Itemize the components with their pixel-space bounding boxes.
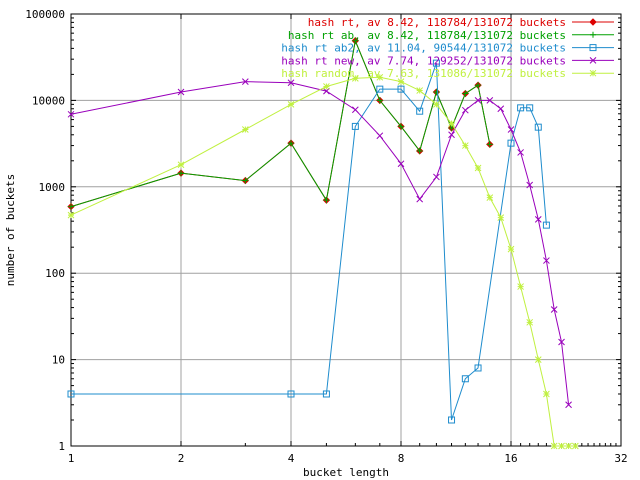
y-axis-label: number of buckets <box>4 174 17 287</box>
y-tick-label: 1000 <box>39 181 66 194</box>
legend-label: hash rt ab, av 8.42, 118784/131072 bucke… <box>288 29 566 42</box>
legend-item: hash random, av 7.63, 131086/131072 buck… <box>281 67 614 80</box>
legend-item: hash rt ab2, av 11.04, 90544/131072 buck… <box>281 42 614 55</box>
x-tick-label: 4 <box>288 452 295 465</box>
data-point <box>565 442 572 450</box>
data-point <box>177 161 185 169</box>
y-tick-label: 10 <box>52 354 65 367</box>
legend-label: hash rt new, av 7.74, 129252/131072 buck… <box>281 54 566 67</box>
y-tick-label: 100000 <box>25 8 65 21</box>
data-point <box>486 194 494 201</box>
data-point <box>550 442 558 450</box>
data-point <box>461 142 469 149</box>
y-tick-label: 10000 <box>32 94 65 107</box>
legend-label: hash rt ab2, av 11.04, 90544/131072 buck… <box>281 42 566 55</box>
chart: 1 2 4 8 16 32 1 10 100 1000 10000 100000 hash rt, a… <box>0 0 640 480</box>
data-point <box>534 356 542 363</box>
data-point <box>474 164 482 172</box>
data-point <box>241 126 249 133</box>
data-point <box>433 100 440 108</box>
legend: hash rt, av 8.42, 118784/131072 bucketsh… <box>281 16 614 80</box>
data-point <box>517 283 524 290</box>
x-tick-label: 16 <box>504 452 517 465</box>
data-point <box>497 214 505 221</box>
legend-marker <box>589 69 597 77</box>
y-tick-label: 1 <box>58 440 65 453</box>
data-point <box>323 83 330 90</box>
data-point <box>543 390 550 398</box>
x-tick-label: 32 <box>614 452 627 465</box>
data-point <box>416 87 424 94</box>
data-point <box>287 100 295 108</box>
chart-svg: 1 2 4 8 16 32 1 10 100 1000 10000 100000 hash rt, a… <box>0 0 640 480</box>
legend-item: hash rt new, av 7.74, 129252/131072 buck… <box>281 54 614 67</box>
x-tick-label: 2 <box>178 452 185 465</box>
legend-label: hash rt, av 8.42, 118784/131072 buckets <box>308 16 566 29</box>
x-axis-label: bucket length <box>303 466 389 479</box>
data-point <box>558 442 565 450</box>
data-point <box>67 211 75 219</box>
y-tick-label: 100 <box>45 267 65 280</box>
data-point <box>448 120 455 127</box>
data-point <box>526 318 534 326</box>
data-point <box>571 442 579 450</box>
legend-item: hash rt ab, av 8.42, 118784/131072 bucke… <box>288 29 614 42</box>
x-tick-label: 1 <box>68 452 75 465</box>
legend-label: hash random, av 7.63, 131086/131072 buck… <box>281 67 566 80</box>
data-point <box>507 245 515 253</box>
x-tick-label: 8 <box>398 452 405 465</box>
